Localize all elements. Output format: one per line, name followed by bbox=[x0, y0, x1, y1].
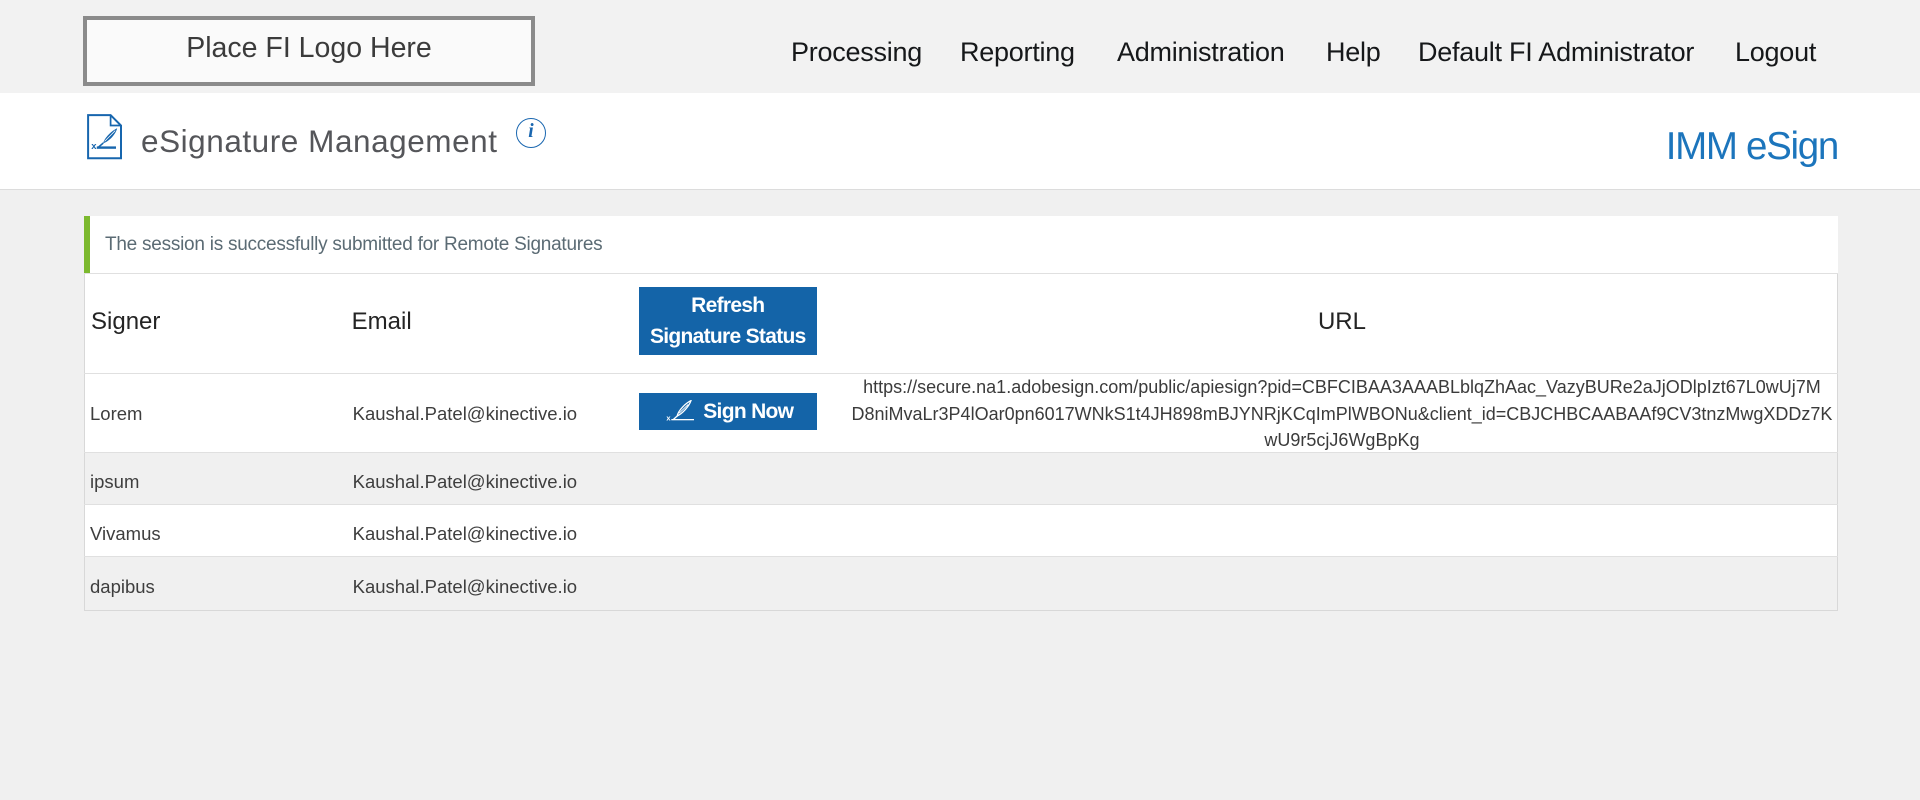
svg-text:x: x bbox=[91, 141, 97, 152]
svg-text:x: x bbox=[667, 414, 672, 423]
